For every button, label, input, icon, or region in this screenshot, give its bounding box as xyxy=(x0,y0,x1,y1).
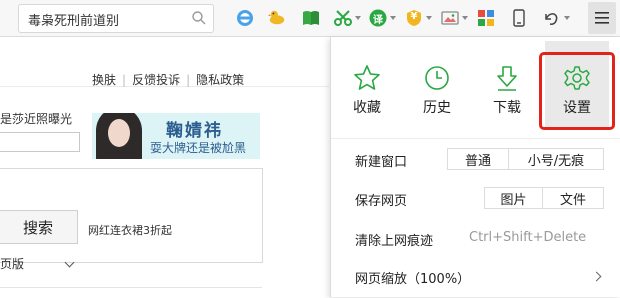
shield-icon-label: ¥ xyxy=(410,11,418,22)
search-query-text: 毒枭死刑前道别 xyxy=(28,14,120,29)
chevron-right-icon[interactable] xyxy=(591,271,602,282)
browser-toolbar: 毒枭死刑前道别 译 ¥ xyxy=(0,0,620,37)
save-as-file-button[interactable]: 文件 xyxy=(542,187,604,209)
banner-subtitle: 耍大牌还是被尬黑 xyxy=(150,141,247,155)
apps-icon[interactable] xyxy=(477,9,495,27)
download-icon xyxy=(492,63,522,93)
divider: | xyxy=(186,73,191,87)
search-icon[interactable] xyxy=(191,10,207,26)
menu-button[interactable] xyxy=(588,2,616,34)
bottom-divider xyxy=(0,287,262,298)
new-window-label: 新建窗口 xyxy=(355,155,408,170)
link-feedback[interactable]: 反馈投诉 xyxy=(132,71,180,88)
chevron-down-icon[interactable] xyxy=(355,16,361,20)
downloads-button[interactable]: 下载 xyxy=(475,41,539,129)
scissors-icon[interactable] xyxy=(334,9,352,27)
phone-icon[interactable] xyxy=(510,9,528,27)
divider: | xyxy=(122,73,127,87)
star-icon xyxy=(352,63,382,93)
new-window-incognito-button[interactable]: 小号/无痕 xyxy=(508,148,604,170)
chevron-down-icon[interactable] xyxy=(390,16,396,20)
footer-links: 换肤 | 反馈投诉 | 隐私政策 xyxy=(92,71,244,88)
history-button[interactable]: 历史 xyxy=(405,41,469,129)
settings-highlight-box xyxy=(539,52,615,130)
duck-icon[interactable] xyxy=(268,9,286,27)
link-skin[interactable]: 换肤 xyxy=(92,71,116,88)
clear-traces-shortcut: Ctrl+Shift+Delete xyxy=(469,230,587,245)
browser-main-menu: 收藏 历史 下载 设置 新建窗口 普通 小号/无痕 保存网页 图片 文件 清除上… xyxy=(330,37,620,297)
chevron-down-icon[interactable] xyxy=(462,16,468,20)
book-icon[interactable] xyxy=(302,9,320,27)
save-as-image-button[interactable]: 图片 xyxy=(484,187,543,209)
translate-icon[interactable]: 译 xyxy=(369,9,387,27)
menu-icon xyxy=(595,12,609,24)
clock-icon xyxy=(422,63,452,93)
downloads-label: 下载 xyxy=(493,100,521,116)
search-button[interactable]: 搜索 xyxy=(0,210,78,244)
link-privacy[interactable]: 隐私政策 xyxy=(196,71,244,88)
zoom-item[interactable]: 网页缩放（100%） xyxy=(355,268,470,287)
clear-traces-item[interactable]: 清除上网痕迹 xyxy=(355,230,433,249)
version-selector[interactable]: 页版 xyxy=(0,255,24,272)
browser-icon[interactable] xyxy=(236,9,254,27)
webpage-content: 换肤 | 反馈投诉 | 隐私政策 是莎近照曝光 鞠婧祎 耍大牌还是被尬黑 搜索 网红连衣… xyxy=(0,37,329,297)
image-icon[interactable] xyxy=(441,9,459,27)
history-label: 历史 xyxy=(423,100,451,116)
news-headline[interactable]: 是莎近照曝光 xyxy=(0,110,72,127)
save-page-label: 保存网页 xyxy=(355,194,408,209)
ad-banner[interactable]: 鞠婧祎 耍大牌还是被尬黑 xyxy=(92,113,260,159)
banner-avatar xyxy=(96,113,142,159)
address-search-box[interactable]: 毒枭死刑前道别 xyxy=(18,4,214,33)
undo-icon[interactable] xyxy=(542,9,560,27)
news-input[interactable] xyxy=(0,132,80,152)
shield-icon[interactable]: ¥ xyxy=(405,9,423,27)
chevron-down-icon[interactable] xyxy=(426,16,432,20)
banner-name: 鞠婧祎 xyxy=(166,121,223,141)
favorites-button[interactable]: 收藏 xyxy=(335,41,399,129)
favorites-label: 收藏 xyxy=(353,100,381,116)
menu-divider xyxy=(331,138,620,139)
promo-link[interactable]: 网红连衣裙3折起 xyxy=(88,222,172,238)
translate-icon-label: 译 xyxy=(373,15,383,26)
chevron-down-icon[interactable] xyxy=(564,16,570,20)
new-window-normal-button[interactable]: 普通 xyxy=(447,148,509,170)
